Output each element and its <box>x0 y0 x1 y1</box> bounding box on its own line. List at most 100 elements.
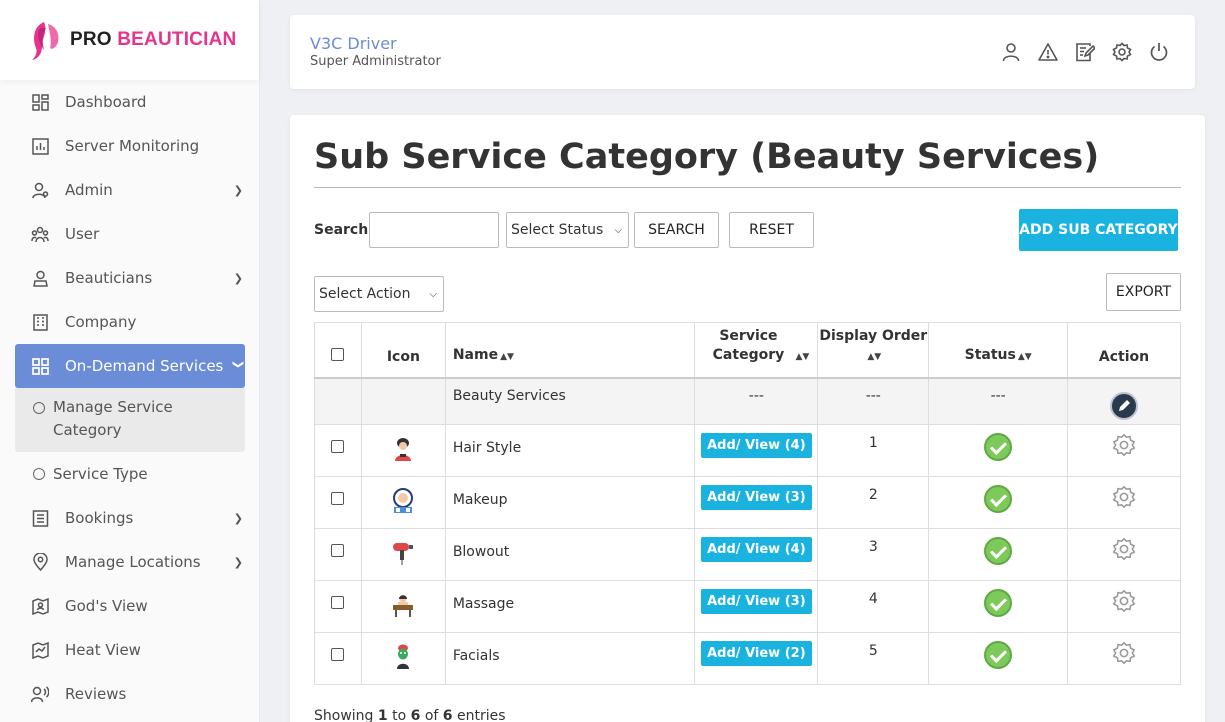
add-view-button[interactable]: Add/ View (3) <box>701 589 812 614</box>
edit-note-icon[interactable] <box>1075 42 1095 62</box>
info-suffix: entries <box>456 708 506 722</box>
chevron-down-icon: ❯ <box>231 359 245 370</box>
review-icon <box>31 685 49 703</box>
sidebar-item-manage-locations[interactable]: Manage Locations ❯ <box>15 540 245 584</box>
row-icon-cell <box>360 424 446 477</box>
admin-user-icon <box>31 181 49 199</box>
add-sub-category-button[interactable]: ADD SUB CATEGORY <box>1019 209 1178 251</box>
sidebar-item-user[interactable]: User <box>15 212 245 256</box>
header-name[interactable]: Name ▲▼ <box>444 322 696 378</box>
add-view-button[interactable]: Add/ View (2) <box>701 641 812 666</box>
table-row-parent: Beauty Services --- --- --- <box>314 377 1181 425</box>
profile-icon[interactable] <box>1001 42 1021 62</box>
chevron-down-icon: ⌵ <box>429 289 437 300</box>
row-checkbox[interactable] <box>331 544 345 557</box>
row-action-cell <box>1067 632 1181 685</box>
sidebar-item-label: Dashboard <box>65 93 147 111</box>
row-checkbox[interactable] <box>331 492 345 505</box>
add-view-button[interactable]: Add/ View (4) <box>701 433 812 458</box>
row-checkbox[interactable] <box>331 596 345 609</box>
search-button[interactable]: SEARCH <box>634 212 719 248</box>
settings-icon[interactable] <box>1112 589 1136 613</box>
select-all-cell <box>314 322 362 378</box>
status-select[interactable]: Select Status ⌵ <box>506 212 629 248</box>
sidebar-item-gods-view[interactable]: God's View <box>15 584 245 628</box>
row-select-cell <box>314 424 362 477</box>
active-status-icon[interactable] <box>984 485 1013 513</box>
row-action-cell <box>1067 528 1181 581</box>
sidebar-item-bookings[interactable]: Bookings ❯ <box>15 496 245 540</box>
hairdryer-icon <box>393 543 414 565</box>
edit-icon[interactable] <box>1110 391 1139 420</box>
settings-icon[interactable] <box>1112 537 1136 561</box>
sidebar-item-label: Reviews <box>65 685 127 703</box>
settings-icon[interactable] <box>1112 485 1136 509</box>
action-select-value: Select Action <box>319 286 411 302</box>
info-total: 6 <box>442 708 453 722</box>
logo[interactable]: PRO BEAUTICIAN <box>0 0 259 80</box>
sort-icon: ▲▼ <box>1017 351 1032 362</box>
row-select-cell <box>314 528 362 581</box>
table-row: Hair Style Add/ View (4) 1 <box>314 424 1181 477</box>
row-order: 1 <box>817 424 930 477</box>
sidebar-item-heat-view[interactable]: Heat View <box>15 628 245 672</box>
row-status-cell <box>928 580 1069 633</box>
map-person-icon <box>31 597 49 615</box>
person-icon <box>31 269 49 287</box>
header-status[interactable]: Status ▲▼ <box>928 322 1069 378</box>
row-select-cell <box>314 476 362 529</box>
sidebar-item-dashboard[interactable]: Dashboard <box>15 80 245 124</box>
add-view-button[interactable]: Add/ View (3) <box>701 485 812 510</box>
row-action-cell <box>1067 424 1181 477</box>
settings-icon[interactable] <box>1112 433 1136 457</box>
header-name-label: Name <box>452 346 499 363</box>
alert-icon[interactable] <box>1038 42 1058 62</box>
row-category-cell: Add/ View (4) <box>694 528 819 581</box>
row-order: --- <box>817 377 930 425</box>
power-icon[interactable] <box>1149 42 1169 62</box>
search-input[interactable] <box>369 212 499 248</box>
row-icon-cell <box>360 476 446 529</box>
header-display-order[interactable]: Display Order ▲▼ <box>817 322 930 378</box>
select-all-checkbox[interactable] <box>331 347 345 361</box>
sidebar-subitem-manage-service-category[interactable]: Manage Service Category <box>15 396 245 442</box>
info-from: 1 <box>377 708 388 722</box>
export-button[interactable]: EXPORT <box>1106 273 1181 311</box>
sidebar-item-server-monitoring[interactable]: Server Monitoring <box>15 124 245 168</box>
reset-button[interactable]: RESET <box>729 212 814 248</box>
content-card: Sub Service Category (Beauty Services) S… <box>290 115 1205 722</box>
add-view-button[interactable]: Add/ View (4) <box>701 537 812 562</box>
row-category: --- <box>694 377 819 425</box>
pin-icon <box>31 553 49 571</box>
row-checkbox[interactable] <box>331 440 345 453</box>
brand-beautician: BEAUTICIAN <box>117 29 237 50</box>
facial-icon <box>397 644 410 669</box>
action-select[interactable]: Select Action ⌵ <box>314 276 444 312</box>
header-display-order-label: Display Order <box>819 327 928 344</box>
settings-icon[interactable] <box>1112 641 1136 665</box>
page-title: Sub Service Category (Beauty Services) <box>314 137 1100 177</box>
table-header-row: Icon Name ▲▼ Service Category ▲▼ Display O… <box>314 322 1181 378</box>
active-status-icon[interactable] <box>984 537 1013 565</box>
sidebar-item-label: God's View <box>65 597 148 615</box>
user-role: Super Administrator <box>310 54 441 69</box>
active-status-icon[interactable] <box>984 433 1013 461</box>
active-status-icon[interactable] <box>984 589 1013 617</box>
header-service-category[interactable]: Service Category ▲▼ <box>694 322 819 378</box>
dashboard-icon <box>31 93 49 111</box>
sidebar-item-on-demand-services[interactable]: On-Demand Services ❯ <box>15 344 245 388</box>
settings-icon[interactable] <box>1112 42 1132 62</box>
sidebar-item-beauticians[interactable]: Beauticians ❯ <box>15 256 245 300</box>
chevron-right-icon: ❯ <box>233 272 243 285</box>
user-name[interactable]: V3C Driver <box>310 34 397 53</box>
active-status-icon[interactable] <box>984 641 1013 669</box>
sidebar-item-admin[interactable]: Admin ❯ <box>15 168 245 212</box>
sidebar-item-company[interactable]: Company <box>15 300 245 344</box>
sidebar-item-label: Company <box>65 313 137 331</box>
sidebar-item-label: Bookings <box>65 509 134 527</box>
info-to-word: to <box>392 708 407 722</box>
sidebar-subitem-service-type[interactable]: Service Type <box>15 452 245 496</box>
row-checkbox[interactable] <box>331 648 345 661</box>
sidebar-item-reviews[interactable]: Reviews <box>15 672 245 716</box>
row-order: 5 <box>817 632 930 685</box>
